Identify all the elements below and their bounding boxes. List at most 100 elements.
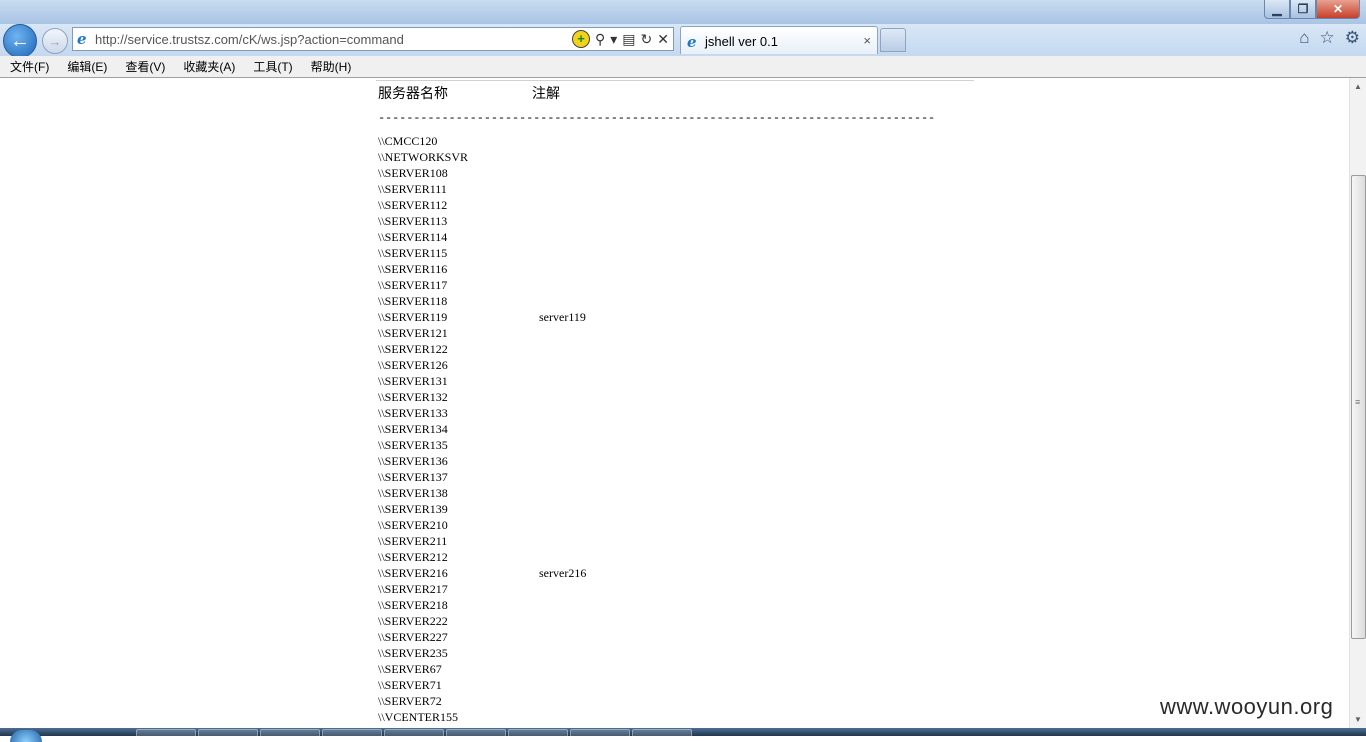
compat-page-icon[interactable]: ▤ [622,31,635,48]
list-item: \\SERVER112 [378,197,778,213]
server-name: \\SERVER227 [378,630,448,644]
watermark: www.wooyun.org [1160,694,1334,719]
list-item: \\SERVER227 [378,629,778,645]
new-tab-button[interactable] [880,28,906,52]
server-name: \\SERVER211 [378,534,448,548]
home-icon[interactable]: ⌂ [1299,28,1309,48]
server-name: \\SERVER114 [378,230,448,244]
list-item: \\SERVER210 [378,517,778,533]
menu-tools[interactable]: 工具(T) [243,56,300,77]
list-item: \\SERVER113 [378,213,778,229]
list-item: \\SERVER67 [378,661,778,677]
start-button[interactable] [10,730,42,742]
list-item: \\SERVER116 [378,261,778,277]
server-name: \\SERVER137 [378,470,448,484]
menu-help[interactable]: 帮助(H) [301,56,360,77]
dropdown-arrow-icon[interactable]: ▾ [610,31,617,48]
list-item: \\SERVER126 [378,357,778,373]
address-bar[interactable]: e + ⚲ ▾ ▤ ↻ ✕ [72,27,674,51]
tab-jshell[interactable]: e jshell ver 0.1 × [680,26,878,54]
server-name: \\SERVER222 [378,614,448,628]
list-item: \\NETWORKSVR [378,149,778,165]
list-item: \\SERVER138 [378,485,778,501]
list-item: \\SERVER122 [378,341,778,357]
scrollbar-grip-icon: ≡ [1355,397,1361,407]
list-item: \\SERVER119 server119 [378,309,778,325]
list-item: \\SERVER211 [378,533,778,549]
navigation-bar: ← → e + ⚲ ▾ ▤ ↻ ✕ e jshell ver 0.1 × ⌂ ☆… [0,24,1366,58]
server-name: \\SERVER108 [378,166,448,180]
vertical-scrollbar[interactable]: ▲ ≡ ▼ [1349,78,1366,728]
server-name: \\SERVER218 [378,598,448,612]
server-name: \\SERVER235 [378,646,448,660]
server-name: \\SERVER216 [378,566,448,580]
server-name: \\VCENTER155 [378,710,458,724]
server-name: \\SERVER134 [378,422,448,436]
refresh-icon[interactable]: ↻ [641,31,653,48]
top-divider [376,80,974,81]
server-note: server119 [539,310,586,324]
server-name: \\SERVER126 [378,358,448,372]
server-name: \\SERVER72 [378,694,442,708]
list-item: \\SERVER212 [378,549,778,565]
server-name: \\SERVER133 [378,406,448,420]
ie-tab-icon: e [687,33,697,51]
scroll-up-arrow-icon[interactable]: ▲ [1350,78,1366,95]
ie-page-icon: e [77,30,87,48]
server-name: \\SERVER113 [378,214,448,228]
taskbar [0,728,1366,742]
back-button[interactable]: ← [3,24,37,58]
server-name: \\SERVER135 [378,438,448,452]
list-item: \\SERVER117 [378,277,778,293]
server-name: \\SERVER122 [378,342,448,356]
menu-edit[interactable]: 编辑(E) [57,56,115,77]
stop-icon[interactable]: ✕ [657,31,669,48]
url-input[interactable] [95,30,565,48]
list-item: \\SERVER222 [378,613,778,629]
search-icon[interactable]: ⚲ [595,31,605,48]
server-name: \\SERVER116 [378,262,448,276]
list-item: \\SERVER216 server216 [378,565,778,581]
server-name: \\SERVER217 [378,582,448,596]
server-name: \\SERVER115 [378,246,448,260]
server-list: \\CMCC120 \\NETWORKSVR \\SERVER108 \\SERVER… [378,133,778,725]
browser-right-tools: ⌂ ☆ ⚙ [1299,28,1360,48]
server-name: \\SERVER117 [378,278,448,292]
list-item: \\SERVER114 [378,229,778,245]
star-icon[interactable]: ☆ [1320,28,1335,48]
server-name: \\SERVER139 [378,502,448,516]
server-name: \\SERVER71 [378,678,442,692]
list-item: \\SERVER115 [378,245,778,261]
menu-file[interactable]: 文件(F) [0,56,57,77]
list-item: \\SERVER137 [378,469,778,485]
compatibility-view-icon[interactable]: + [572,30,590,48]
header-separator: ----------------------------------------… [378,111,936,125]
forward-button[interactable]: → [42,28,68,54]
column-header-note: 注解 [532,86,560,102]
tab-title: jshell ver 0.1 [705,34,778,49]
list-item: \\SERVER121 [378,325,778,341]
minimize-icon[interactable]: ▁ [1264,0,1290,19]
close-icon[interactable]: ✕ [1316,0,1360,19]
server-name: \\SERVER118 [378,294,448,308]
server-name: \\SERVER111 [378,182,447,196]
page-content: 服务器名称 注解 -------------------------------… [0,78,1349,728]
gear-icon[interactable]: ⚙ [1345,28,1360,48]
server-name: \\SERVER212 [378,550,448,564]
list-item: \\SERVER132 [378,389,778,405]
list-item: \\SERVER111 [378,181,778,197]
scrollbar-thumb[interactable]: ≡ [1351,175,1366,639]
list-item: \\SERVER71 [378,677,778,693]
tab-close-icon[interactable]: × [863,33,871,48]
server-note: server216 [539,566,587,580]
server-name: \\SERVER138 [378,486,448,500]
list-item: \\SERVER131 [378,373,778,389]
scroll-down-arrow-icon[interactable]: ▼ [1350,711,1366,728]
maximize-icon[interactable]: ❐ [1290,0,1316,19]
list-item: \\SERVER108 [378,165,778,181]
list-item: \\SERVER72 [378,693,778,709]
server-name: \\NETWORKSVR [378,150,468,164]
menu-view[interactable]: 查看(V) [115,56,173,77]
server-name: \\SERVER121 [378,326,448,340]
menu-favorites[interactable]: 收藏夹(A) [173,56,243,77]
